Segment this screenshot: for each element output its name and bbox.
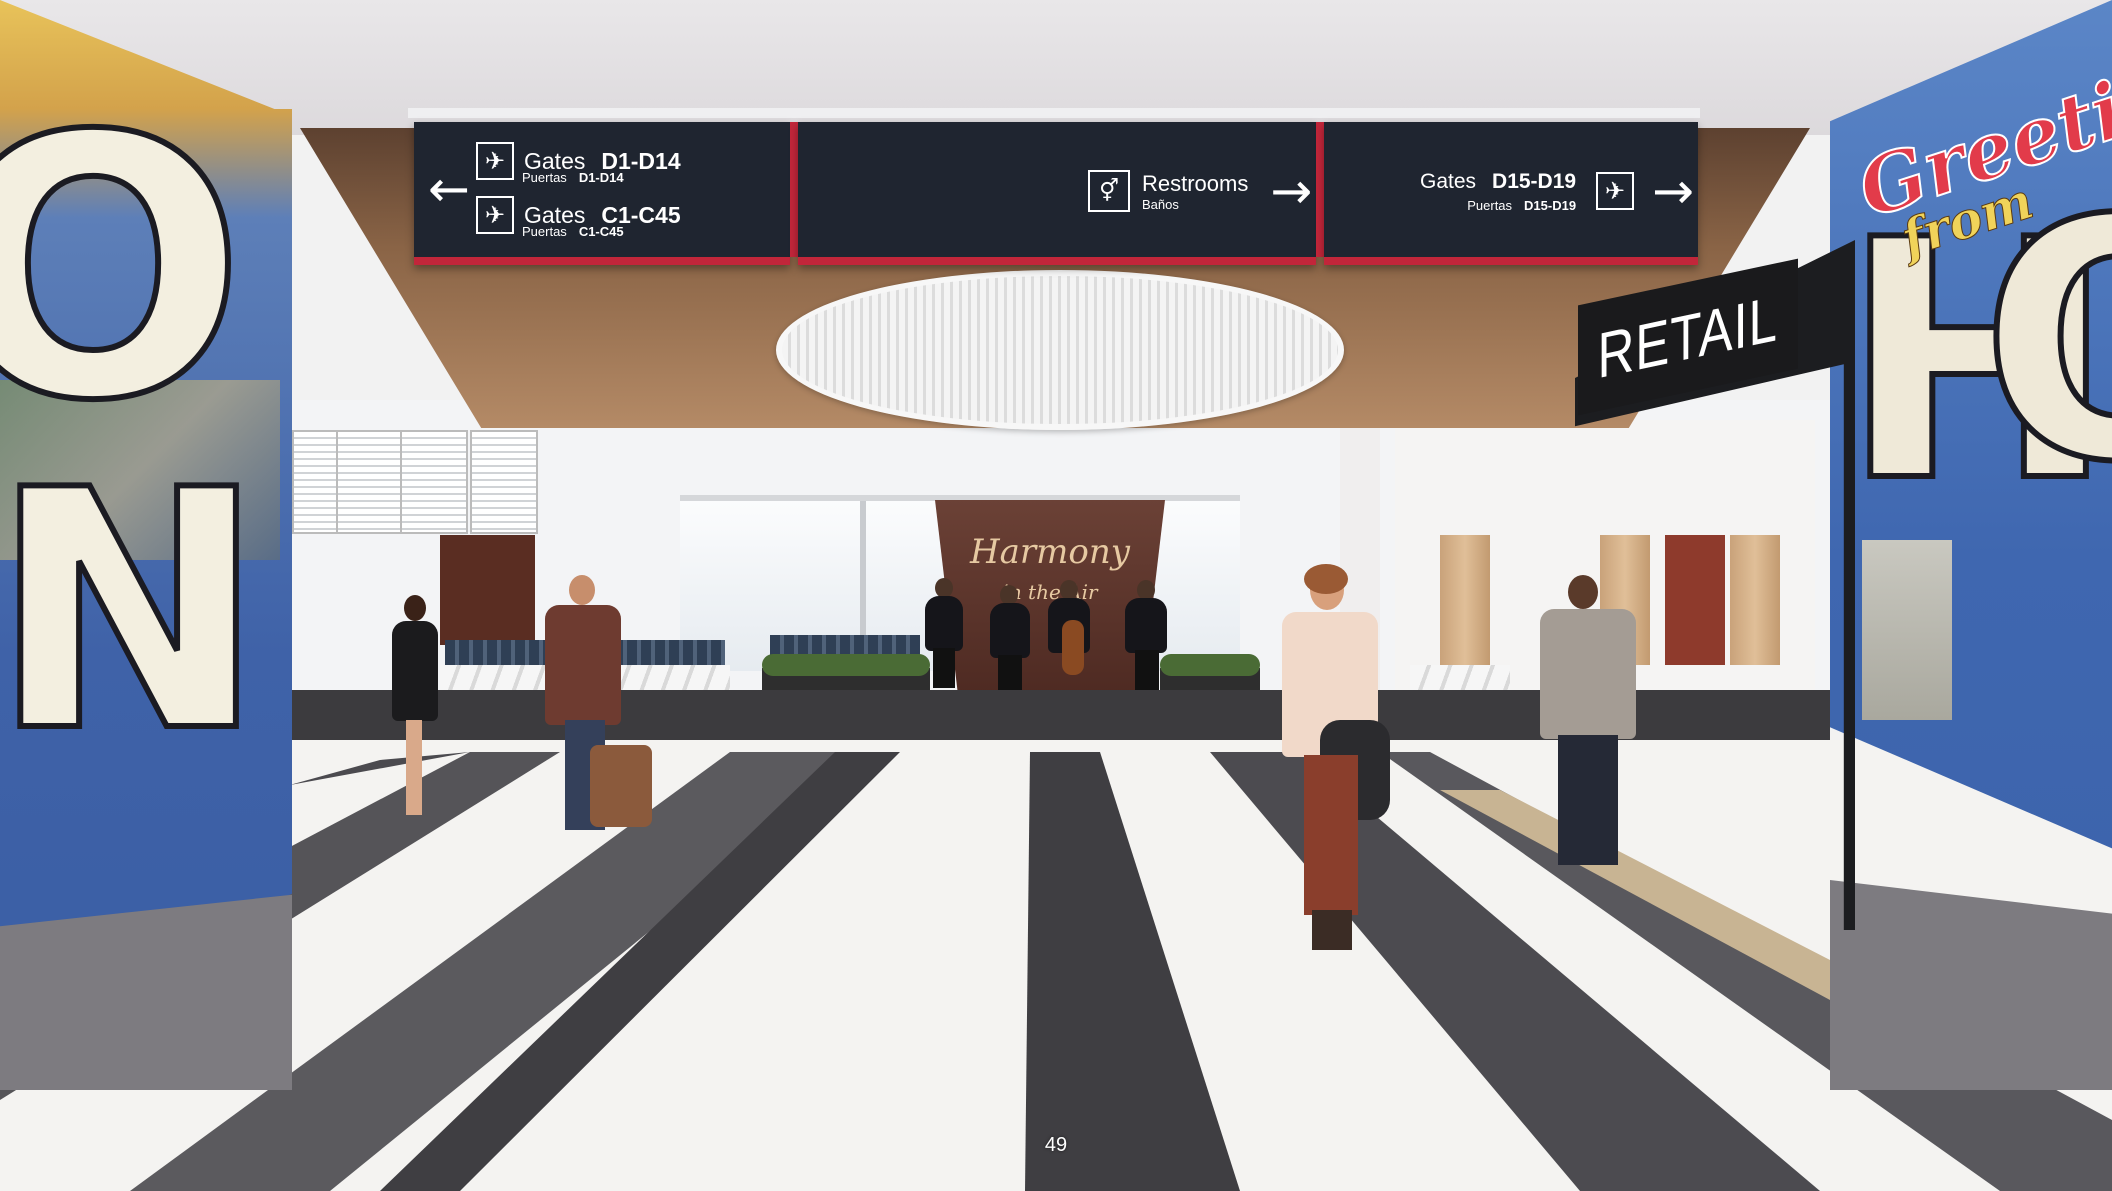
puertas-row: Puertas D1-D14: [522, 170, 624, 185]
gates-label: Gates: [1420, 169, 1477, 193]
mural-letter: O: [0, 57, 249, 482]
arrow-right-icon: →: [1270, 162, 1313, 220]
airplane-icon: ✈: [1596, 172, 1635, 210]
wall-base: [1830, 880, 2112, 1090]
wayfinding-sign-left: ← ✈ Gates D1-D14 Puertas D1-D14 ✈ Gates C…: [414, 122, 790, 265]
restrooms-row: ⚥ Restrooms Baños →: [1088, 166, 1312, 216]
page-number: 49: [1044, 1134, 1068, 1156]
sign-canopy: [408, 108, 1700, 118]
retail-sign-label: RETAIL: [1597, 281, 1779, 393]
puertas-row: Puertas D15-D19: [1467, 198, 1576, 213]
mural-letter: N: [0, 417, 269, 807]
puertas-label: Puertas: [522, 170, 567, 185]
restrooms-sublabel: Baños: [1142, 196, 1179, 212]
restroom-icon: ⚥: [1088, 170, 1130, 212]
arrow-right-icon: →: [1652, 162, 1694, 220]
floor-stripe: [1025, 752, 1240, 1191]
airport-concourse-rendering: Harmony in the Air O N H Greeti from RET…: [0, 0, 2112, 1191]
puertas-label: Puertas: [1467, 197, 1513, 213]
puertas-range: D15-D19: [1524, 197, 1577, 213]
airplane-icon: ✈: [476, 142, 514, 180]
airplane-icon: ✈: [476, 196, 514, 234]
sign-divider: [790, 122, 798, 257]
puertas-range: D1-D14: [578, 170, 624, 185]
puertas-label: Puertas: [522, 224, 567, 239]
restrooms-label: Restrooms: [1142, 170, 1249, 196]
wayfinding-sign-center: ⚥ Restrooms Baños →: [798, 122, 1316, 265]
sign-arrow-row: ←: [428, 164, 470, 214]
puertas-range: C1-C45: [578, 224, 624, 239]
arrow-left-icon: ←: [428, 160, 470, 218]
gates-range: D15-D19: [1492, 169, 1577, 193]
statue-illustration: [1862, 540, 1952, 720]
wayfinding-sign-right: Gates D15-D19 Puertas D15-D19 ✈ →: [1324, 122, 1698, 265]
puertas-row: Puertas C1-C45: [522, 224, 624, 239]
sign-divider: [1316, 122, 1324, 257]
gates-row: Gates D15-D19 Puertas D15-D19 ✈ →: [1410, 166, 1694, 216]
